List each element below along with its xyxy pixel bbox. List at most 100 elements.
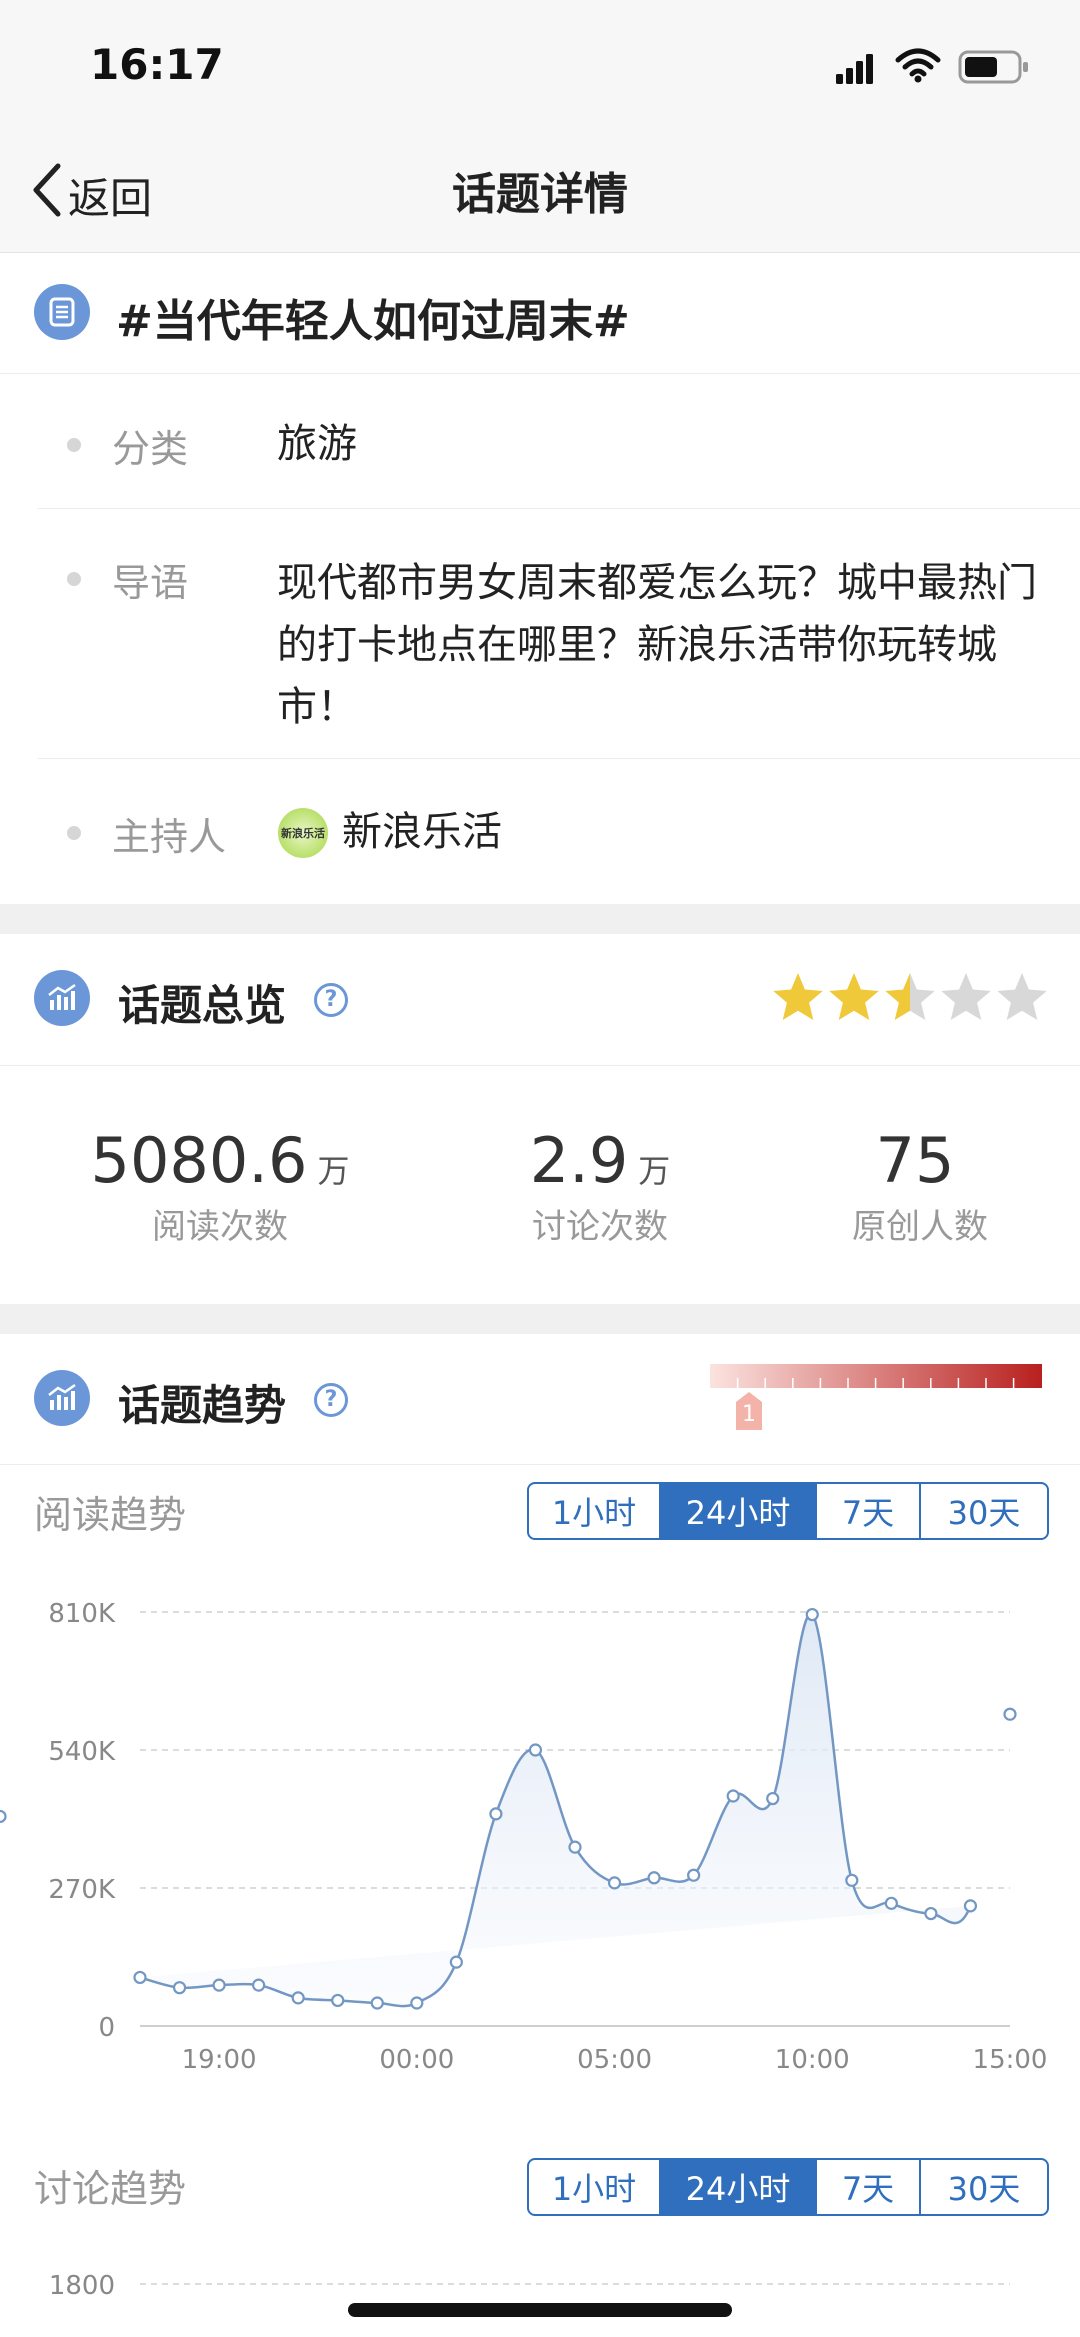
stat-discuss-value: 2.9 [529, 1124, 629, 1197]
data-point[interactable] [410, 1996, 424, 2010]
stat-original: 75 原创人数 [760, 1124, 1080, 1248]
data-point[interactable] [172, 1981, 187, 1995]
discuss-range-1h[interactable]: 1小时 [529, 2160, 661, 2214]
y-tick-label: 270K [48, 1875, 116, 1905]
topic-name: #当代年轻人如何过周末# [116, 296, 630, 347]
y-tick-label: 810K [48, 1599, 116, 1629]
divider [0, 1065, 1080, 1066]
x-tick-label: 19:00 [182, 2045, 257, 2075]
x-tick-label: 05:00 [577, 2045, 652, 2075]
discuss-range-7d[interactable]: 7天 [817, 2160, 921, 2214]
heat-level: 1 [742, 1402, 756, 1427]
star-icon [997, 973, 1047, 1020]
host-label: 主持人 [112, 815, 227, 859]
data-point[interactable] [963, 1899, 978, 1913]
bullet-dot-icon [67, 438, 81, 452]
read-range-24h[interactable]: 24小时 [661, 1484, 817, 1538]
y-tick-label: 540K [48, 1737, 116, 1767]
read-range-toggle: 1小时 24小时 7天 30天 [527, 1482, 1049, 1540]
category-value: 旅游 [277, 421, 357, 467]
bullet-dot-icon [67, 572, 81, 586]
read-range-30d[interactable]: 30天 [921, 1484, 1047, 1538]
stat-read: 5080.6 万 阅读次数 [60, 1124, 380, 1248]
section-gap [0, 904, 1080, 934]
discuss-range-30d[interactable]: 30天 [921, 2160, 1047, 2214]
host-name[interactable]: 新浪乐活 [342, 804, 502, 860]
star-icon [941, 973, 991, 1020]
data-point[interactable] [924, 1906, 938, 1921]
read-trend-chart: 810K 540K 270K 0 19:00 00:00 05:00 10:00 15:00 [0, 1560, 1080, 2084]
stat-read-value: 5080.6 [90, 1124, 308, 1197]
data-point[interactable] [845, 1873, 859, 1887]
back-button[interactable]: 返回 [30, 160, 152, 230]
section-gap [0, 1304, 1080, 1334]
home-indicator [348, 2303, 732, 2317]
data-point[interactable] [568, 1840, 582, 1854]
stat-discuss-unit: 万 [638, 1152, 671, 1190]
divider [38, 758, 1080, 759]
chart-icon [34, 970, 90, 1026]
data-point[interactable] [884, 1896, 898, 1910]
x-tick-label: 15:00 [973, 2045, 1048, 2075]
discuss-range-24h[interactable]: 24小时 [661, 2160, 817, 2214]
overview-title: 话题总览 [118, 981, 287, 1030]
host-avatar-text: 新浪乐活 [281, 827, 325, 840]
x-tick-label: 00:00 [379, 2045, 454, 2075]
read-trend-area [140, 1613, 971, 2007]
rating-stars [770, 970, 1050, 1030]
stat-original-label: 原创人数 [852, 1207, 988, 1247]
intro-label: 导语 [112, 561, 189, 605]
data-point[interactable] [489, 1807, 503, 1821]
status-time: 16:17 [90, 40, 224, 89]
stat-original-value: 75 [875, 1124, 955, 1197]
back-label: 返回 [68, 173, 153, 223]
star-icon [829, 973, 879, 1020]
host-avatar[interactable]: 新浪乐活 [278, 808, 328, 858]
star-icon [885, 973, 935, 1020]
read-range-1h[interactable]: 1小时 [529, 1484, 661, 1538]
data-point[interactable] [766, 1791, 780, 1806]
data-point[interactable] [331, 1993, 345, 2008]
x-tick-label: 10:00 [775, 2045, 850, 2075]
data-point[interactable] [647, 1871, 661, 1885]
help-icon[interactable]: ? [314, 983, 348, 1017]
data-point[interactable] [805, 1607, 819, 1622]
y-tick-label: 0 [98, 2013, 115, 2043]
category-label: 分类 [112, 427, 189, 471]
discuss-trend-title: 讨论趋势 [34, 2167, 187, 2211]
read-trend-title: 阅读趋势 [34, 1493, 187, 1537]
signal-icon [836, 52, 876, 88]
data-point[interactable] [212, 1978, 226, 1992]
data-point[interactable] [1003, 1707, 1017, 1721]
intro-value: 现代都市男女周末都爱怎么玩？城中最热门的打卡地点在哪里？新浪乐活带你玩转城市！ [277, 560, 1037, 730]
data-point[interactable] [291, 1991, 305, 2005]
heat-level-marker: 1 [734, 1390, 764, 1432]
data-point[interactable] [528, 1743, 543, 1757]
divider [0, 1464, 1080, 1465]
topic-list-icon [34, 284, 90, 340]
trend-title: 话题趋势 [118, 1381, 287, 1430]
data-point[interactable] [133, 1970, 147, 1985]
data-point[interactable] [449, 1955, 463, 1969]
data-point[interactable] [370, 1996, 384, 2010]
bullet-dot-icon [67, 826, 81, 840]
nav-bar [0, 140, 1080, 253]
y-tick-label: 1800 [49, 2271, 115, 2301]
stat-discuss: 2.9 万 讨论次数 [440, 1124, 760, 1248]
stat-read-unit: 万 [317, 1152, 350, 1190]
discuss-range-toggle: 1小时 24小时 7天 30天 [527, 2158, 1049, 2216]
data-point[interactable] [607, 1876, 622, 1890]
data-point[interactable] [252, 1978, 266, 1992]
battery-icon [958, 50, 1030, 88]
help-icon[interactable]: ? [314, 1383, 348, 1417]
data-point[interactable] [0, 1809, 7, 1824]
stat-discuss-label: 讨论次数 [532, 1207, 668, 1247]
chevron-left-icon [30, 162, 64, 228]
data-point[interactable] [726, 1789, 740, 1803]
chart-icon [34, 1370, 90, 1426]
star-icon [773, 973, 823, 1020]
heat-bar [710, 1364, 1042, 1390]
read-range-7d[interactable]: 7天 [817, 1484, 921, 1538]
stat-read-label: 阅读次数 [152, 1207, 288, 1247]
data-point[interactable] [687, 1868, 701, 1882]
